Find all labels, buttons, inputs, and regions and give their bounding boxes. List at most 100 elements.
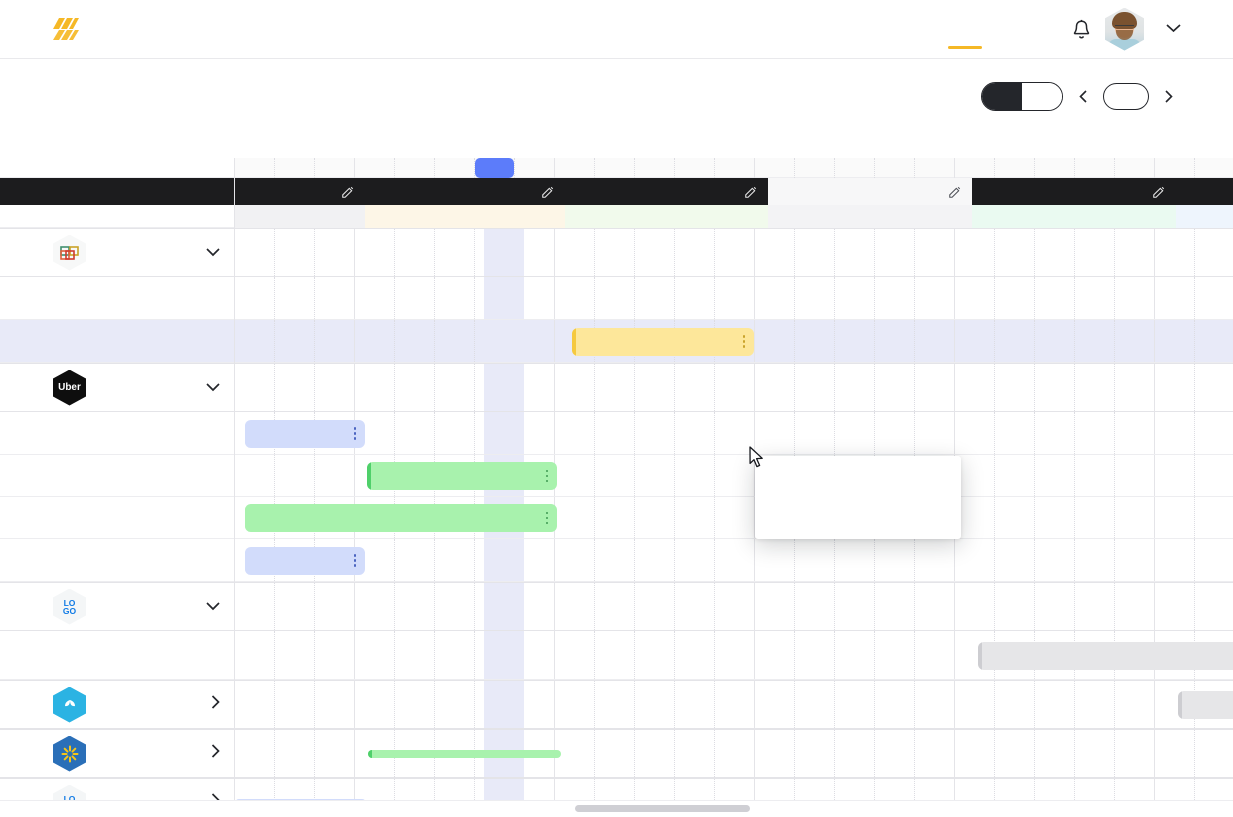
spark-logo-icon [53,735,86,772]
grid-column-line [514,229,515,276]
company-row[interactable]: LOGO [0,582,234,631]
chevron-right-icon[interactable] [211,744,220,763]
today-button[interactable] [1103,82,1149,110]
date-cell[interactable] [675,158,715,178]
chevron-down-icon[interactable] [206,244,220,262]
date-cell[interactable] [515,158,555,178]
order-row[interactable] [0,277,234,320]
grid-column-line [1154,364,1155,411]
date-cell[interactable] [1155,158,1195,178]
date-cell[interactable] [875,158,915,178]
date-cell[interactable] [1195,158,1233,178]
chevron-right-icon[interactable] [1158,85,1180,107]
notification-bell-icon[interactable] [1072,19,1091,40]
company-row[interactable]: Uber [0,363,234,412]
chevron-right-icon[interactable] [211,695,220,714]
order-bar-menu-icon[interactable] [346,427,356,440]
date-cell[interactable] [835,158,875,178]
date-cell[interactable] [235,158,275,178]
chevron-down-icon[interactable] [1166,20,1181,38]
order-row[interactable] [0,631,234,680]
edit-pencil-icon[interactable] [341,185,355,199]
availability-segment[interactable] [235,178,365,205]
nav-link-messages[interactable] [1016,11,1050,48]
date-cell-label [475,158,514,178]
date-cell[interactable] [915,158,955,178]
order-row[interactable] [0,497,234,539]
date-cell[interactable] [395,158,435,178]
brand-logo-link[interactable] [53,18,90,40]
nav-link-my-orders[interactable] [982,11,1016,48]
availability-segment[interactable] [972,178,1176,205]
order-row[interactable] [0,455,234,497]
grid-column-line [714,412,715,454]
order-bar[interactable] [245,419,365,448]
company-row[interactable] [0,228,234,277]
date-cell[interactable] [555,158,595,178]
availability-segment[interactable] [1176,178,1233,205]
order-bar-menu-icon[interactable] [538,511,548,525]
date-header-row [235,158,1233,178]
edit-pencil-icon[interactable] [948,185,962,199]
context-menu-item-send-message[interactable] [755,487,961,507]
availability-segment[interactable] [768,178,972,205]
grid-column-line [994,497,995,538]
availability-segment[interactable] [565,178,768,205]
chevron-down-icon[interactable] [206,598,220,616]
chevron-left-icon[interactable] [1072,85,1094,107]
grid-column-line [994,277,995,319]
date-cell[interactable] [275,158,315,178]
order-bar-menu-icon[interactable] [538,469,548,483]
order-row[interactable] [0,320,234,363]
grid-column-line [754,681,755,728]
collapsed-order-bar[interactable] [368,749,561,758]
order-bar[interactable] [978,641,1233,670]
grid-column-line [1154,320,1155,362]
date-cell[interactable] [635,158,675,178]
date-cell[interactable] [955,158,995,178]
order-bar[interactable] [367,462,557,490]
grid-column-line [994,455,995,496]
order-row[interactable] [0,539,234,582]
order-bar-menu-icon[interactable] [346,554,356,567]
date-cell[interactable] [435,158,475,178]
availability-segment[interactable] [365,178,565,205]
grid-column-line [714,455,715,496]
company-row[interactable] [0,680,234,729]
chevron-down-icon[interactable] [206,379,220,397]
view-mode-quarter-button[interactable] [1022,82,1062,110]
edit-pencil-icon[interactable] [541,185,555,199]
order-bar[interactable] [245,546,365,575]
order-bar[interactable] [1178,690,1233,719]
edit-pencil-icon[interactable] [1152,185,1166,199]
context-menu-item-mark-as-completed[interactable] [755,507,961,527]
view-mode-month-button[interactable] [982,82,1022,110]
date-cell[interactable] [755,158,795,178]
grid-column-line [914,539,915,581]
date-cell-today[interactable] [475,158,515,178]
order-bar-menu-icon[interactable] [735,335,745,348]
grid-column-line [394,681,395,728]
date-cell[interactable] [795,158,835,178]
date-cell[interactable] [995,158,1035,178]
date-cell[interactable] [1115,158,1155,178]
horizontal-scrollbar-thumb[interactable] [575,805,750,812]
avatar[interactable] [1105,7,1144,51]
company-row[interactable] [0,729,234,778]
nav-link-my-calendar[interactable] [948,11,982,49]
horizontal-scrollbar[interactable] [0,800,1233,817]
date-cell[interactable] [355,158,395,178]
date-cell[interactable] [1075,158,1115,178]
date-cell[interactable] [715,158,755,178]
date-cell[interactable] [595,158,635,178]
grid-column-line [474,583,475,630]
order-row[interactable] [0,412,234,455]
date-cell[interactable] [315,158,355,178]
order-bar[interactable] [245,504,557,532]
grid-column-line [954,681,955,728]
context-menu-item-order-details[interactable] [755,467,961,487]
order-bar[interactable] [572,327,754,356]
edit-pencil-icon[interactable] [744,185,758,199]
date-cell[interactable] [1035,158,1075,178]
grid-column-line [914,730,915,777]
